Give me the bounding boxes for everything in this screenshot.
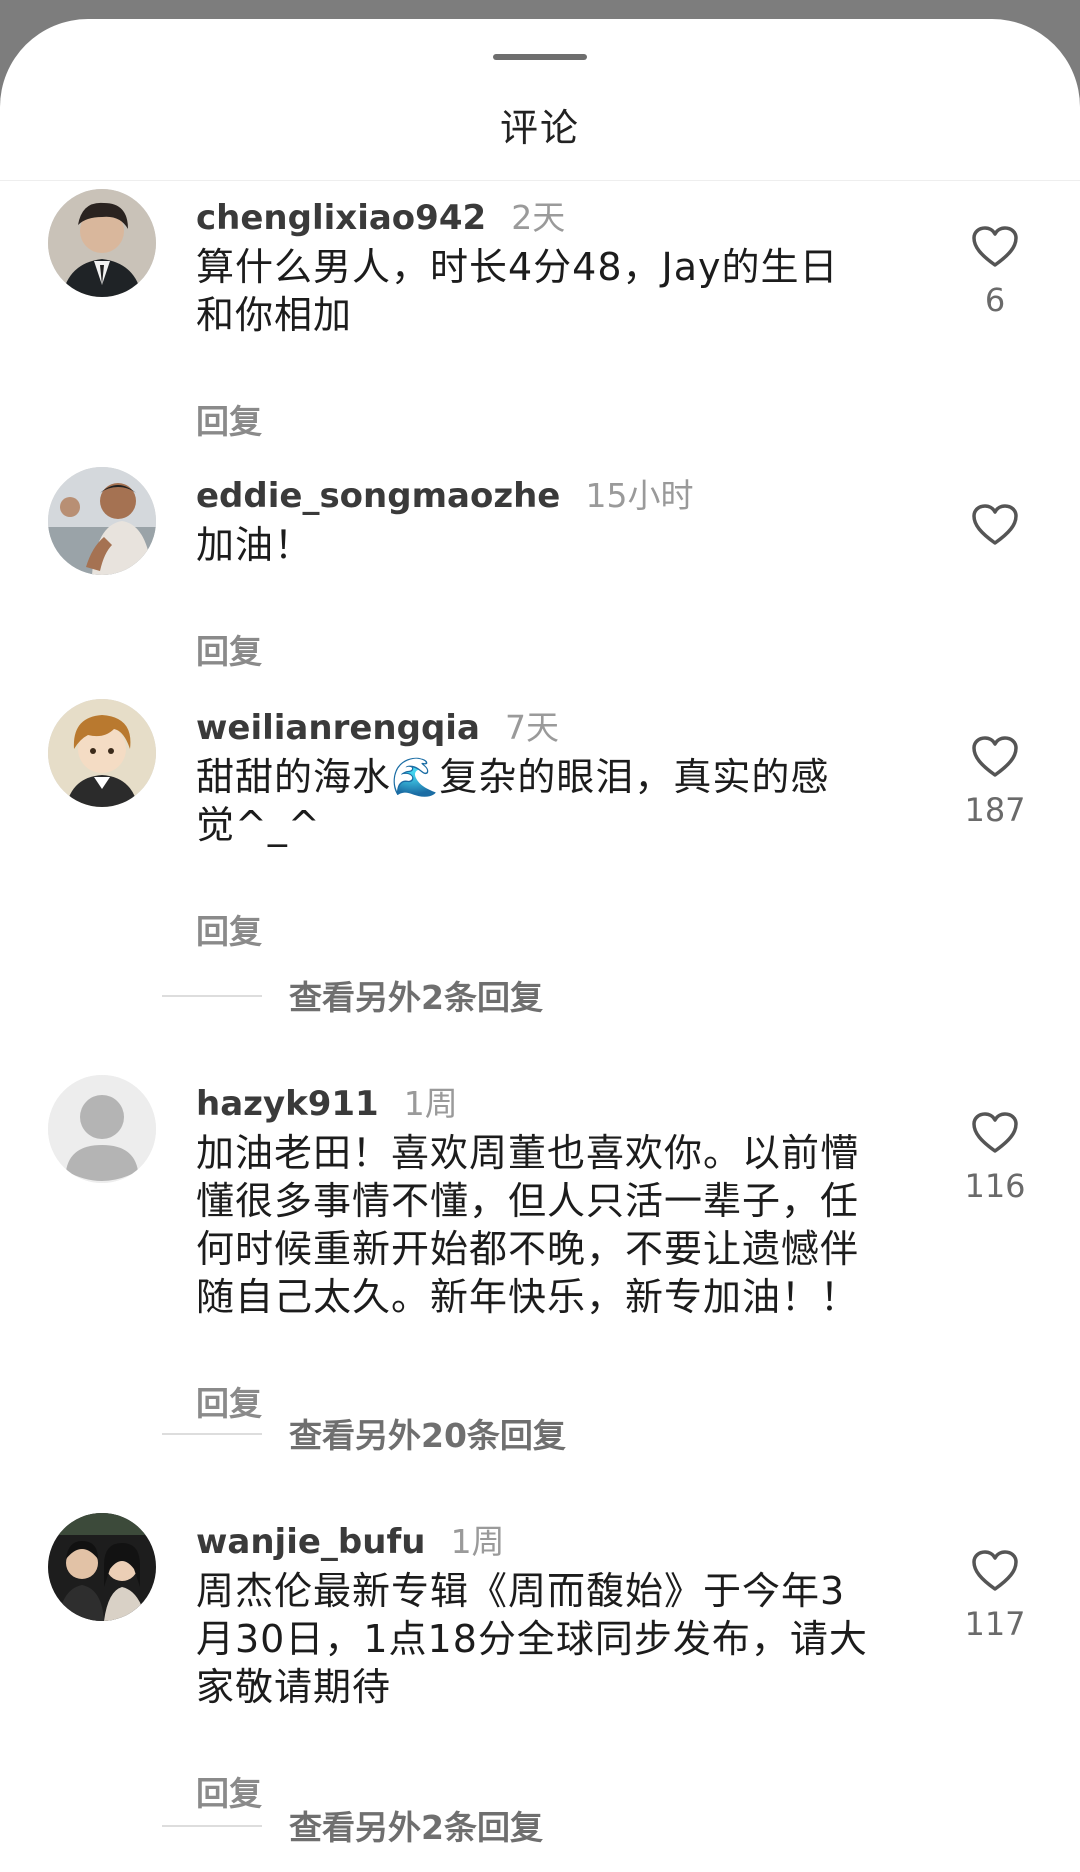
avatar[interactable] — [48, 1075, 156, 1183]
header-divider — [0, 180, 1080, 181]
username[interactable]: chenglixiao942 — [196, 198, 486, 238]
comment-text: 算什么男人，时长4分48，Jay的生日 和你相加 — [196, 243, 916, 339]
like-button[interactable]: 117 — [950, 1549, 1040, 1643]
reply-button[interactable]: 回复 — [196, 395, 262, 443]
heart-icon — [972, 1550, 1018, 1591]
timestamp: 1周 — [403, 1084, 458, 1123]
username[interactable]: hazyk911 — [196, 1084, 379, 1124]
like-button[interactable]: 116 — [950, 1111, 1040, 1205]
like-count: 116 — [964, 1167, 1026, 1205]
like-button[interactable]: 6 — [950, 225, 1040, 319]
comment-text: 加油！ — [196, 521, 916, 569]
comment-meta: eddie_songmaozhe 15小时 — [196, 469, 693, 517]
username[interactable]: eddie_songmaozhe — [196, 476, 560, 516]
sheet-title: 评论 — [499, 106, 580, 150]
view-more-replies[interactable]: 查看另外2条回复 — [0, 1801, 1080, 1851]
avatar[interactable] — [48, 1513, 156, 1621]
more-replies-divider — [162, 1433, 262, 1435]
username[interactable]: weilianrengqia — [196, 708, 480, 748]
comment-text: 加油老田！喜欢周董也喜欢你。以前懵 懂很多事情不懂，但人只活一辈子，任 何时候重… — [196, 1129, 916, 1321]
more-replies-label[interactable]: 查看另外2条回复 — [289, 1801, 543, 1849]
avatar[interactable] — [48, 189, 156, 297]
more-replies-divider — [162, 1825, 262, 1827]
more-replies-label[interactable]: 查看另外20条回复 — [289, 1409, 566, 1457]
comment-line: 家敬请期待 — [196, 1665, 392, 1709]
comment-line: 随自己太久。新年快乐，新专加油！！ — [196, 1275, 860, 1319]
comment-line: 加油老田！喜欢周董也喜欢你。以前懵 — [196, 1131, 860, 1175]
comment-line: 觉^_^ — [196, 803, 321, 847]
avatar[interactable] — [48, 467, 156, 575]
heart-icon — [972, 226, 1018, 267]
timestamp: 2天 — [511, 198, 566, 237]
like-button[interactable] — [950, 503, 1040, 559]
comment-line: 算什么男人，时长4分48，Jay的生日 — [196, 245, 839, 289]
comment-meta: hazyk911 1周 — [196, 1077, 458, 1125]
comment-meta: weilianrengqia 7天 — [196, 701, 559, 749]
timestamp: 7天 — [504, 708, 559, 747]
like-count: 6 — [984, 281, 1006, 319]
comment-meta: chenglixiao942 2天 — [196, 191, 565, 239]
comment-line: 月30日，1点18分全球同步发布，请大 — [196, 1617, 868, 1661]
timestamp: 1周 — [450, 1522, 505, 1561]
comment-line: 加油！ — [196, 523, 314, 567]
username[interactable]: wanjie_bufu — [196, 1522, 425, 1562]
more-replies-label[interactable]: 查看另外2条回复 — [289, 971, 543, 1019]
heart-icon — [972, 504, 1018, 545]
comment-text: 甜甜的海水🌊复杂的眼泪，真实的感 觉^_^ — [196, 753, 916, 849]
avatar[interactable] — [48, 699, 156, 807]
drag-handle[interactable] — [493, 54, 587, 60]
comment-text: 周杰伦最新专辑《周而馥始》于今年3 月30日，1点18分全球同步发布，请大 家敬… — [196, 1567, 916, 1711]
comments-sheet: 评论 chenglixiao942 2天 算什么男人，时长4分48，Jay的生日… — [0, 19, 1080, 1872]
view-more-replies[interactable]: 查看另外2条回复 — [0, 971, 1080, 1021]
view-more-replies[interactable]: 查看另外20条回复 — [0, 1409, 1080, 1459]
heart-icon — [972, 1112, 1018, 1153]
timestamp: 15小时 — [585, 476, 694, 515]
comment-line: 周杰伦最新专辑《周而馥始》于今年3 — [196, 1569, 846, 1613]
comment-line: 懂很多事情不懂，但人只活一辈子，任 — [196, 1179, 860, 1223]
more-replies-divider — [162, 995, 262, 997]
reply-button[interactable]: 回复 — [196, 625, 262, 673]
comment-line: 和你相加 — [196, 293, 353, 337]
default-user-icon — [48, 1075, 156, 1183]
like-button[interactable]: 187 — [950, 735, 1040, 829]
like-count: 117 — [964, 1605, 1026, 1643]
heart-icon — [972, 736, 1018, 777]
like-count: 187 — [964, 791, 1026, 829]
reply-button[interactable]: 回复 — [196, 905, 262, 953]
comment-meta: wanjie_bufu 1周 — [196, 1515, 505, 1563]
comment-line: 何时候重新开始都不晚，不要让遗憾伴 — [196, 1227, 860, 1271]
comment-line: 甜甜的海水🌊复杂的眼泪，真实的感 — [196, 755, 830, 799]
